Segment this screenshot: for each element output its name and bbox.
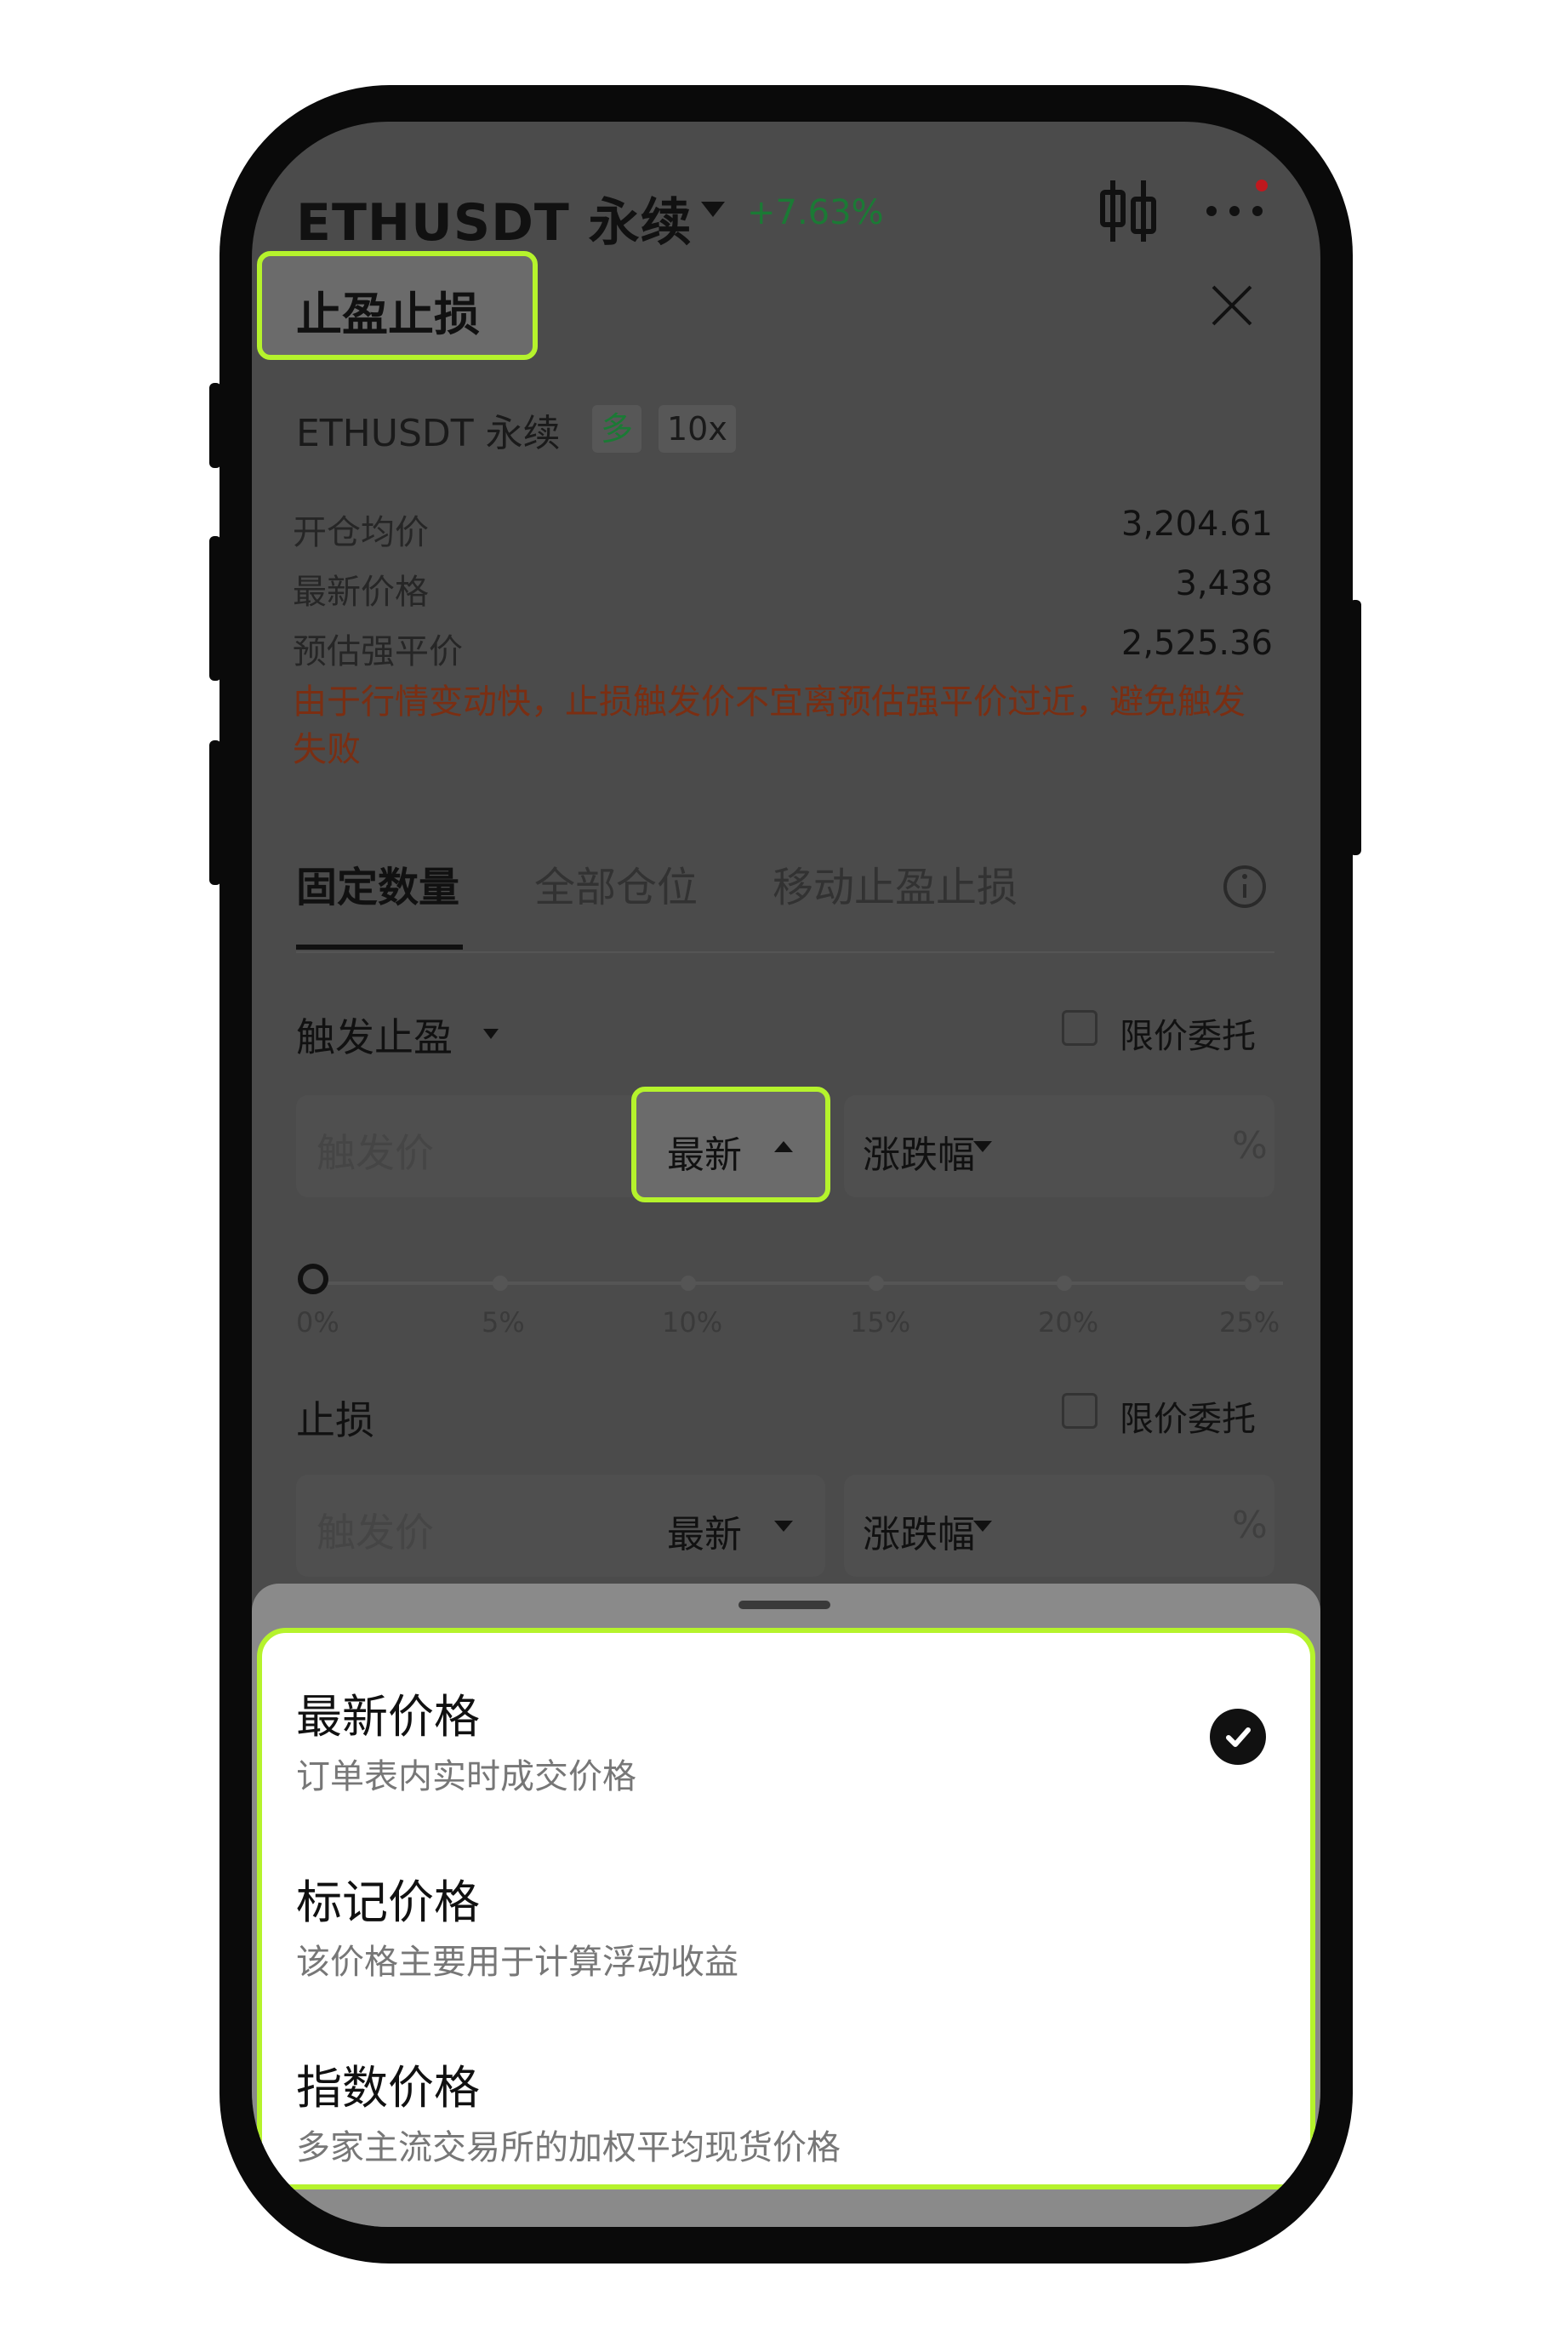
option-latest-price[interactable]: 最新价格 (296, 1679, 480, 1746)
slider-tick[interactable] (493, 1276, 508, 1291)
sl-price-type-select[interactable]: 最新 (667, 1504, 742, 1558)
sl-mode-select[interactable]: 涨跌幅 (863, 1504, 975, 1558)
caret-down-icon[interactable] (973, 1141, 992, 1152)
caret-down-icon[interactable] (973, 1521, 992, 1532)
side-badge: 多 (592, 405, 642, 453)
slider-track[interactable] (313, 1282, 1283, 1285)
take-profit-title[interactable]: 触发止盈 (296, 1007, 453, 1063)
slider-label: 5% (482, 1306, 525, 1339)
tp-limit-order-label: 限价委托 (1120, 1017, 1256, 1056)
caret-down-icon[interactable] (774, 1521, 793, 1532)
chevron-down-icon[interactable] (701, 202, 725, 217)
slider-label: 15% (850, 1306, 911, 1339)
sheet-drag-handle[interactable] (738, 1601, 830, 1609)
sl-trigger-placeholder: 触发价 (316, 1510, 434, 1556)
panel-title: 止盈止损 (296, 288, 480, 341)
slider-tick[interactable] (869, 1276, 884, 1291)
notification-dot (1256, 180, 1268, 191)
side-button-left-1 (209, 383, 221, 468)
candlestick-chart-icon[interactable] (1098, 177, 1159, 245)
tab-trailing-tp-sl[interactable]: 移动止盈止损 (773, 853, 1018, 913)
tp-mode-select[interactable]: 涨跌幅 (863, 1124, 975, 1179)
option-index-price[interactable]: 指数价格 (296, 2050, 480, 2117)
checkmark-icon (1226, 1727, 1251, 1747)
tp-trigger-placeholder: 触发价 (316, 1130, 434, 1176)
est-liq-price-label: 预估强平价 (293, 632, 463, 671)
position-symbol: ETHUSDT 永续 (296, 412, 561, 455)
leverage-badge: 10x (659, 405, 736, 453)
option-latest-price-desc: 订单表内实时成交价格 (296, 1757, 636, 1796)
option-mark-price[interactable]: 标记价格 (296, 1864, 480, 1932)
avg-open-price-label: 开仓均价 (293, 513, 429, 552)
tab-all-positions[interactable]: 全部仓位 (534, 853, 698, 913)
slider-label: 0% (296, 1306, 339, 1339)
option-mark-price-desc: 该价格主要用于计算浮动收益 (296, 1943, 738, 1982)
latest-price-label: 最新价格 (293, 573, 429, 612)
slider-tick[interactable] (1057, 1276, 1072, 1291)
phone-screen: ETHUSDT 永续 +7.63% 止盈止损 ETHUSDT 永续 多 10x … (252, 122, 1320, 2227)
slider-label: 20% (1038, 1306, 1099, 1339)
instrument-title[interactable]: ETHUSDT 永续 (296, 181, 693, 255)
sl-percent-unit: % (1232, 1504, 1268, 1547)
caret-down-icon[interactable] (483, 1029, 499, 1039)
tp-price-type-select[interactable]: 最新 (667, 1124, 742, 1179)
tab-fixed-quantity[interactable]: 固定数量 (296, 853, 459, 913)
more-options-icon[interactable] (1205, 198, 1264, 224)
tabs-divider (296, 951, 1274, 953)
info-icon[interactable] (1222, 864, 1268, 910)
warning-text: 由于行情变动快，止损触发价不宜离预估强平价过近，避免触发失败 (293, 682, 1246, 769)
sl-limit-order-checkbox[interactable] (1062, 1393, 1098, 1429)
slider-label: 10% (662, 1306, 723, 1339)
price-change: +7.63% (747, 193, 884, 232)
sl-limit-order-label: 限价委托 (1120, 1400, 1256, 1439)
tp-percent-unit: % (1232, 1124, 1268, 1167)
caret-up-icon[interactable] (774, 1141, 793, 1152)
slider-label: 25% (1219, 1306, 1280, 1339)
latest-price-value: 3,438 (1175, 564, 1273, 603)
slider-tick[interactable] (681, 1276, 696, 1291)
slider-handle[interactable] (298, 1264, 328, 1294)
stop-loss-title: 止损 (296, 1397, 374, 1443)
active-tab-indicator (296, 945, 463, 950)
side-button-right (1349, 600, 1361, 855)
avg-open-price-value: 3,204.61 (1120, 505, 1273, 544)
check-circle-icon (1210, 1709, 1266, 1765)
side-button-left-2 (209, 536, 221, 681)
option-index-price-desc: 多家主流交易所的加权平均现货价格 (296, 2128, 841, 2167)
slider-tick[interactable] (1245, 1276, 1260, 1291)
close-icon[interactable] (1210, 283, 1254, 328)
est-liq-price-value: 2,525.36 (1120, 624, 1273, 663)
tp-limit-order-checkbox[interactable] (1062, 1010, 1098, 1046)
side-button-left-3 (209, 740, 221, 885)
